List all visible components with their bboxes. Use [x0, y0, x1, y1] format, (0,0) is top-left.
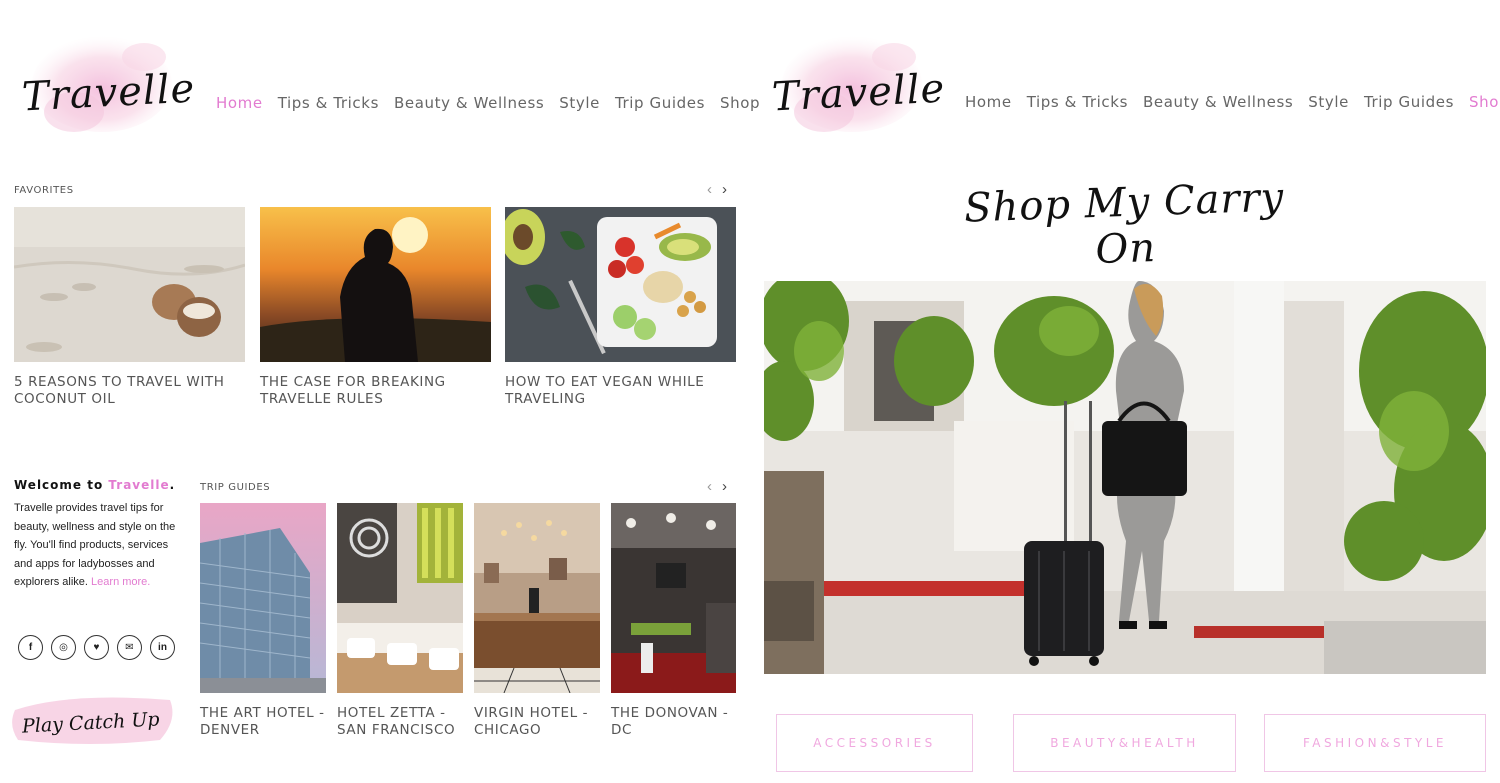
- trip-guides-carousel-arrows: ‹ ›: [707, 478, 727, 495]
- nav-style[interactable]: Style: [1308, 93, 1349, 111]
- chevron-right-icon[interactable]: ›: [722, 181, 727, 198]
- favorite-title[interactable]: 5 REASONS TO TRAVEL WITH COCONUT OIL: [14, 374, 245, 408]
- instagram-icon[interactable]: ◎: [51, 635, 76, 660]
- category-beauty-health-button[interactable]: BEAUTY&HEALTH: [1013, 714, 1236, 772]
- linkedin-icon[interactable]: in: [150, 635, 175, 660]
- home-page-panel: Travelle Home Tips & Tricks Beauty & Wel…: [0, 0, 760, 783]
- trip-guide-card-donovan[interactable]: THE DONOVAN - DC: [611, 503, 736, 739]
- welcome-heading-prefix: Welcome to: [14, 478, 109, 492]
- main-nav: Home Tips & Tricks Beauty & Wellness Sty…: [216, 94, 760, 112]
- nav-trip-guides[interactable]: Trip Guides: [615, 94, 705, 112]
- sunset-silhouette-image[interactable]: [260, 207, 491, 362]
- logo[interactable]: Travelle: [764, 22, 946, 142]
- nav-home[interactable]: Home: [965, 93, 1012, 111]
- welcome-brand: Travelle: [108, 478, 170, 492]
- nav-beauty-wellness[interactable]: Beauty & Wellness: [1143, 93, 1293, 111]
- favorite-card-coconut-oil[interactable]: 5 REASONS TO TRAVEL WITH COCONUT OIL: [14, 207, 245, 408]
- trip-guide-card-hotel-zetta[interactable]: HOTEL ZETTA - SAN FRANCISCO: [337, 503, 463, 739]
- favorite-title[interactable]: THE CASE FOR BREAKING TRAVELLE RULES: [260, 374, 491, 408]
- twitter-icon[interactable]: ♥: [84, 635, 109, 660]
- vegan-bowl-image[interactable]: [505, 207, 736, 362]
- nav-beauty-wellness[interactable]: Beauty & Wellness: [394, 94, 544, 112]
- favorite-card-vegan[interactable]: HOW TO EAT VEGAN WHILE TRAVELING: [505, 207, 736, 408]
- nav-home[interactable]: Home: [216, 94, 263, 112]
- shop-page-panel: Travelle Home Tips & Tricks Beauty & Wel…: [750, 0, 1500, 783]
- nav-trip-guides[interactable]: Trip Guides: [1364, 93, 1454, 111]
- trip-guide-title[interactable]: THE ART HOTEL - DENVER: [200, 705, 326, 739]
- logo-text: Travelle: [20, 65, 197, 121]
- nav-style[interactable]: Style: [559, 94, 600, 112]
- favorite-title[interactable]: HOW TO EAT VEGAN WHILE TRAVELING: [505, 374, 736, 408]
- email-icon[interactable]: ✉: [117, 635, 142, 660]
- virgin-hotel-image[interactable]: [474, 503, 600, 693]
- welcome-heading-suffix: .: [169, 478, 176, 492]
- category-fashion-style-button[interactable]: FASHION&STYLE: [1264, 714, 1486, 772]
- coconut-beach-image[interactable]: [14, 207, 245, 362]
- favorite-card-breaking-rules[interactable]: THE CASE FOR BREAKING TRAVELLE RULES: [260, 207, 491, 408]
- art-hotel-image[interactable]: [200, 503, 326, 693]
- welcome-text: Travelle provides travel tips for beauty…: [14, 499, 184, 592]
- chevron-right-icon[interactable]: ›: [722, 478, 727, 495]
- play-catch-up-banner[interactable]: Play Catch Up: [10, 690, 180, 750]
- trip-guide-title[interactable]: VIRGIN HOTEL - CHICAGO: [474, 705, 600, 739]
- logo[interactable]: Travelle: [14, 22, 196, 142]
- favorites-carousel-arrows: ‹ ›: [707, 181, 727, 198]
- chevron-left-icon[interactable]: ‹: [707, 478, 712, 495]
- category-accessories-button[interactable]: ACCESSORIES: [776, 714, 973, 772]
- nav-shop[interactable]: Shop: [1469, 93, 1500, 111]
- donovan-hotel-image[interactable]: [611, 503, 736, 693]
- trip-guide-card-art-hotel[interactable]: THE ART HOTEL - DENVER: [200, 503, 326, 739]
- hotel-zetta-image[interactable]: [337, 503, 463, 693]
- social-links: f ◎ ♥ ✉ in: [18, 635, 175, 660]
- trip-guide-card-virgin-hotel[interactable]: VIRGIN HOTEL - CHICAGO: [474, 503, 600, 739]
- trip-guides-label: TRIP GUIDES: [200, 482, 271, 493]
- chevron-left-icon[interactable]: ‹: [707, 181, 712, 198]
- page-title: Shop My Carry On: [963, 174, 1285, 274]
- nav-tips-tricks[interactable]: Tips & Tricks: [1027, 93, 1128, 111]
- facebook-icon[interactable]: f: [18, 635, 43, 660]
- trip-guide-title[interactable]: HOTEL ZETTA - SAN FRANCISCO: [337, 705, 463, 739]
- favorites-label: FAVORITES: [14, 185, 74, 196]
- trip-guide-title[interactable]: THE DONOVAN - DC: [611, 705, 736, 739]
- carry-on-hero-image: [764, 281, 1486, 674]
- welcome-heading: Welcome to Travelle.: [14, 478, 184, 492]
- main-nav: Home Tips & Tricks Beauty & Wellness Sty…: [965, 93, 1500, 111]
- nav-tips-tricks[interactable]: Tips & Tricks: [278, 94, 379, 112]
- logo-text: Travelle: [770, 65, 947, 121]
- learn-more-link[interactable]: Learn more.: [91, 576, 150, 588]
- welcome-block: Welcome to Travelle. Travelle provides t…: [14, 478, 184, 592]
